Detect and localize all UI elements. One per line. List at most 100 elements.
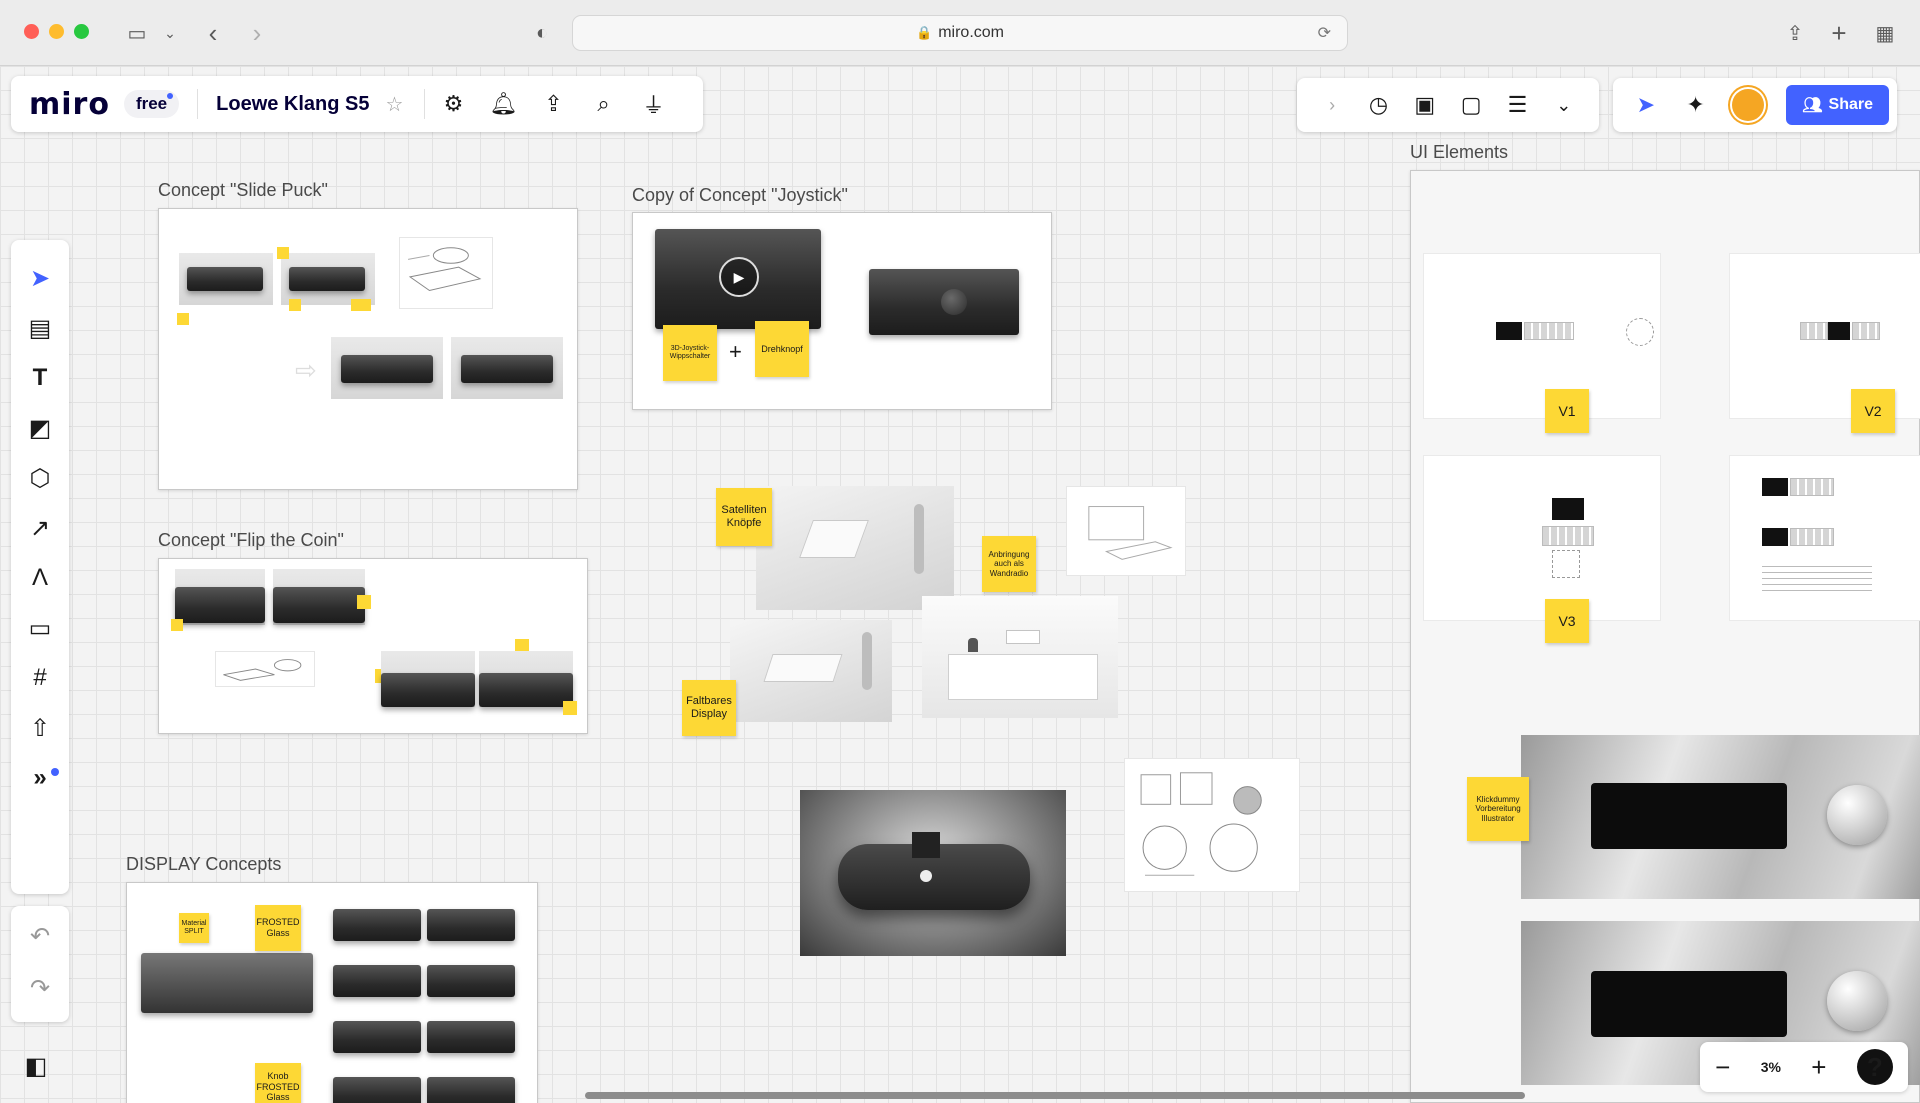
templates-icon[interactable]: ▤ [20,308,60,348]
render-image[interactable] [869,269,1019,335]
new-tab-button[interactable]: + [1826,18,1852,48]
undo-icon[interactable]: ↶ [20,916,60,956]
sticky-note[interactable] [277,247,289,259]
sticky-note[interactable] [515,639,529,651]
upload-icon[interactable]: ⇪ [537,87,571,121]
render-image[interactable] [451,337,563,399]
board-title[interactable]: Loewe Klang S5 [216,93,369,116]
select-cursor-icon[interactable]: ➤ [20,258,60,298]
render-image[interactable] [179,253,273,305]
chevron-right-icon[interactable]: › [1317,88,1347,122]
render-image[interactable] [479,651,573,707]
sticky-note[interactable] [289,299,301,311]
ui-tile-v1[interactable] [1423,253,1661,419]
sticky-note[interactable] [357,595,371,609]
render-image[interactable] [333,1021,421,1053]
sidebar-toggle-icon[interactable]: ▭ [122,18,152,48]
render-image[interactable] [333,965,421,997]
sticky-note-icon[interactable]: ◩ [20,408,60,448]
render-image[interactable] [756,486,954,610]
tab-overview-icon[interactable]: ▦ [1872,18,1898,48]
zoom-level[interactable]: 3% [1761,1059,1781,1075]
render-image[interactable] [427,1077,515,1103]
sticky-note[interactable]: FROSTED Glass [255,905,301,951]
sticky-note[interactable]: Faltbares Display [682,680,736,736]
sticky-note[interactable] [171,619,183,631]
frame-ui-elements[interactable]: V1 V2 V3 Klickdummy Vorbereitung Illustr… [1410,170,1920,1103]
text-icon[interactable]: T [20,358,60,398]
sketch-image[interactable] [1066,486,1186,576]
sketch-image[interactable] [215,651,315,687]
render-image[interactable] [333,909,421,941]
sticky-note[interactable]: Drehknopf [755,321,809,377]
notes-icon[interactable]: ☰ [1502,88,1532,122]
chevron-double-down-icon[interactable]: ⌄ [1549,88,1579,122]
render-image[interactable] [281,253,375,305]
more-tools-icon[interactable]: » [20,758,60,798]
sticky-note[interactable] [351,299,371,311]
render-image[interactable] [381,651,475,707]
sticky-note[interactable]: Material SPLIT [179,913,209,943]
share-button[interactable]: 👥︎ Share [1786,85,1889,125]
board-canvas[interactable]: Concept "Slide Puck" ⇨ Copy of Concept "… [0,66,1920,1103]
star-icon[interactable]: ☆ [378,87,412,121]
render-image[interactable] [800,790,1066,956]
sticky-note[interactable]: Knob FROSTED Glass [255,1063,301,1103]
bell-icon[interactable]: 🔔︎ [487,87,521,121]
render-image[interactable] [331,337,443,399]
board-panel-icon[interactable]: ◧ [16,1046,56,1086]
reload-icon[interactable]: ⟳ [1318,23,1337,43]
celebrate-icon[interactable]: ✦ [1679,88,1713,122]
sticky-note[interactable]: Anbringung auch als Wandradio [982,536,1036,592]
sticky-note[interactable]: V3 [1545,599,1589,643]
sticky-note[interactable]: V1 [1545,389,1589,433]
render-image[interactable] [1521,735,1920,899]
search-icon[interactable]: ⌕ [587,87,621,121]
ui-tile-v3[interactable] [1423,455,1661,621]
back-button[interactable]: ‹ [200,18,226,48]
sticky-note[interactable] [563,701,577,715]
horizontal-scrollbar[interactable] [585,1092,1525,1099]
render-image[interactable] [141,953,313,1013]
render-image[interactable] [333,1077,421,1103]
render-image[interactable] [922,596,1118,718]
address-bar[interactable]: 🔒 miro.com ⟳ [572,15,1348,51]
presentation-icon[interactable]: ▢ [1456,88,1486,122]
shield-icon[interactable]: ◐ [528,18,556,48]
upload-icon[interactable]: ⇧ [20,708,60,748]
help-button[interactable]: ? [1856,1049,1893,1085]
sticky-note[interactable]: Satelliten Knöpfe [716,488,772,546]
render-image[interactable] [427,965,515,997]
share-page-icon[interactable]: ⇪ [1782,18,1808,48]
screen-share-icon[interactable]: ▣ [1410,88,1440,122]
frame-joystick[interactable]: ▶ 3D-Joystick-Wippschalter + Drehknopf [632,212,1052,410]
render-image[interactable] [730,620,892,722]
frame-display[interactable]: Material SPLIT FROSTED Glass Knob FROSTE… [126,882,538,1103]
play-button[interactable]: ▶ [719,257,759,297]
frame-icon[interactable]: # [20,658,60,698]
timer-icon[interactable]: ◷ [1363,88,1393,122]
comment-icon[interactable]: ▭ [20,608,60,648]
render-image[interactable] [273,569,365,625]
frame-slide-puck[interactable]: ⇨ [158,208,578,490]
close-window-button[interactable] [24,24,39,39]
sketch-image[interactable] [1124,758,1300,892]
redo-icon[interactable]: ↷ [20,968,60,1008]
minimize-window-button[interactable] [49,24,64,39]
ui-tile-spec[interactable] [1729,455,1920,621]
miro-logo[interactable]: miro [29,87,110,122]
sketch-image[interactable] [399,237,493,309]
cursor-follow-icon[interactable]: ➤ [1629,88,1663,122]
gear-icon[interactable]: ⚙ [437,87,471,121]
sticky-note[interactable] [177,313,189,325]
render-image[interactable] [175,569,265,625]
chevron-down-icon[interactable]: ⌄ [160,18,180,48]
render-image[interactable] [427,1021,515,1053]
zoom-out-button[interactable]: − [1715,1052,1730,1083]
sticky-note[interactable]: V2 [1851,389,1895,433]
connection-line-icon[interactable]: ↗ [20,508,60,548]
sticky-note[interactable]: 3D-Joystick-Wippschalter [663,325,717,381]
shapes-icon[interactable]: ⬡ [20,458,60,498]
plan-badge[interactable]: free [123,90,180,118]
zoom-in-button[interactable]: + [1811,1052,1826,1083]
